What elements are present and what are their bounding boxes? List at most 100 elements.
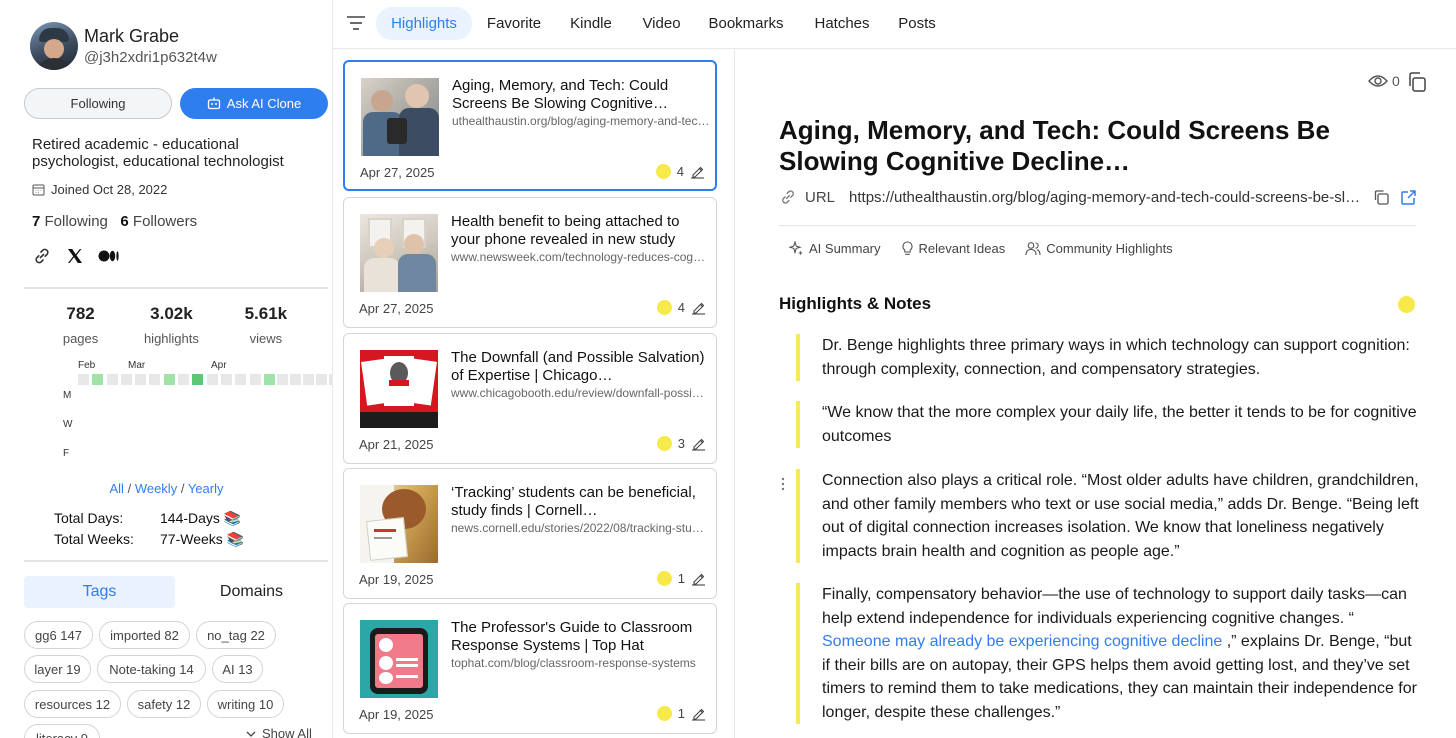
list-item[interactable]: The Downfall (and Possible Salvation) of… xyxy=(343,333,717,464)
joined-date: Joined Oct 28, 2022 xyxy=(32,182,167,197)
calendar-icon xyxy=(32,184,45,196)
highlight-color-dot xyxy=(656,436,672,451)
follow-counts: 7 Following 6 Followers xyxy=(32,213,197,230)
day-label: M xyxy=(63,390,72,401)
highlight-quote[interactable]: Finally, compensatory behavior—the use o… xyxy=(796,583,1422,724)
tab-tags[interactable]: Tags xyxy=(24,576,175,608)
range-yearly-link[interactable]: Yearly xyxy=(188,481,224,496)
highlight-quote[interactable]: Connection also plays a critical role. “… xyxy=(796,469,1422,563)
tab-ai-summary-label: AI Summary xyxy=(809,241,881,256)
heatmap-cell xyxy=(220,374,232,385)
lightbulb-icon xyxy=(902,241,913,255)
external-link-icon[interactable] xyxy=(1400,189,1417,206)
tab-kindle[interactable]: Kindle xyxy=(563,7,619,40)
followers-link[interactable]: Followers xyxy=(133,213,197,230)
tab-hatches[interactable]: Hatches xyxy=(808,7,876,40)
tab-ai-summary[interactable]: AI Summary xyxy=(789,241,881,256)
tab-domains[interactable]: Domains xyxy=(175,576,328,608)
view-count: 0 xyxy=(1368,73,1400,89)
stat-views: 5.61k views xyxy=(245,303,288,349)
chevron-down-icon xyxy=(246,731,256,737)
copy-icon[interactable] xyxy=(1406,71,1428,93)
list-item[interactable]: Health benefit to being attached to your… xyxy=(343,197,717,328)
ask-ai-clone-button[interactable]: Ask AI Clone xyxy=(180,88,328,119)
heatmap-range: All / Weekly / Yearly xyxy=(0,481,332,496)
followers-count: 6 xyxy=(120,213,129,230)
highlight-text: Finally, compensatory behavior—the use o… xyxy=(822,586,1407,627)
card-date: Apr 27, 2025 xyxy=(359,301,434,316)
tab-favorite[interactable]: Favorite xyxy=(480,7,548,40)
heatmap-cell xyxy=(135,374,147,385)
list-item[interactable]: The Professor's Guide to Classroom Respo… xyxy=(343,603,717,734)
following-button[interactable]: Following xyxy=(24,88,172,119)
medium-icon[interactable] xyxy=(98,249,120,263)
highlight-color-dot xyxy=(656,300,672,315)
heatmap-cell xyxy=(149,374,161,385)
card-date: Apr 19, 2025 xyxy=(359,707,434,722)
month-label: Mar xyxy=(128,360,146,371)
tag-chip[interactable]: Note-taking 14 xyxy=(97,655,206,683)
tag-chip[interactable]: writing 10 xyxy=(207,690,284,718)
highlighter-icon xyxy=(692,302,705,315)
filter-icon[interactable] xyxy=(345,14,367,32)
stat-label: pages xyxy=(62,331,99,346)
card-date: Apr 27, 2025 xyxy=(360,165,435,180)
tag-chip[interactable]: gg6 147 xyxy=(24,621,93,649)
tab-relevant-ideas[interactable]: Relevant Ideas xyxy=(901,241,1005,256)
range-separator: / xyxy=(180,481,185,496)
x-twitter-icon[interactable] xyxy=(66,247,84,265)
tag-chip[interactable]: safety 12 xyxy=(127,690,201,718)
highlight-count: 3 xyxy=(677,436,685,451)
article-thumbnail xyxy=(361,78,439,156)
tab-community-highlights[interactable]: Community Highlights xyxy=(1025,241,1173,256)
profile-bio: Retired academic - educational psycholog… xyxy=(32,136,284,170)
copy-url-icon[interactable] xyxy=(1373,189,1390,206)
month-label: Feb xyxy=(78,360,96,371)
tag-chip[interactable]: AI 13 xyxy=(212,655,263,683)
card-date: Apr 19, 2025 xyxy=(359,572,434,587)
heatmap-cell xyxy=(289,374,301,385)
article-thumbnail xyxy=(360,350,438,428)
highlights-notes-heading: Highlights & Notes xyxy=(779,294,932,313)
tab-highlights[interactable]: Highlights xyxy=(376,7,472,40)
tag-chip[interactable]: no_tag 22 xyxy=(196,621,276,649)
stat-label: highlights xyxy=(143,331,199,346)
heatmap-cell xyxy=(120,374,132,385)
people-icon xyxy=(1025,242,1041,256)
tag-chip[interactable]: resources 12 xyxy=(24,690,121,718)
list-item[interactable]: ‘Tracking’ students can be beneficial, s… xyxy=(343,468,717,599)
tab-bookmarks[interactable]: Bookmarks xyxy=(703,7,789,40)
range-all-link[interactable]: All xyxy=(109,481,123,496)
card-meta: 4 xyxy=(656,300,706,315)
profile-sidebar: Mark Grabe @j3h2xdri1p632t4w Following A… xyxy=(0,0,333,738)
highlight-link[interactable]: Someone may already be experiencing cogn… xyxy=(822,633,1222,650)
tab-video[interactable]: Video xyxy=(634,7,689,40)
following-link[interactable]: Following xyxy=(45,213,108,230)
highlight-color-dot xyxy=(656,571,672,586)
highlighter-icon xyxy=(691,166,704,179)
card-title: Health benefit to being attached to your… xyxy=(451,213,680,248)
highlight-color-dot[interactable] xyxy=(1398,296,1415,313)
heatmap-grid xyxy=(78,374,332,386)
divider xyxy=(779,225,1416,226)
tag-chip[interactable]: layer 19 xyxy=(24,655,91,683)
article-title: Aging, Memory, and Tech: Could Screens B… xyxy=(779,115,1330,176)
avatar[interactable] xyxy=(30,22,78,70)
highlight-quote[interactable]: Dr. Benge highlights three primary ways … xyxy=(796,334,1422,381)
link-icon xyxy=(782,190,794,204)
tags-domains-tabs: Tags Domains xyxy=(24,576,328,608)
tag-chip[interactable]: literacy 9 xyxy=(24,724,100,738)
stat-value: 3.02k xyxy=(150,304,193,323)
show-all-button[interactable]: Show All xyxy=(246,726,312,738)
list-item[interactable]: Aging, Memory, and Tech: Could Screens B… xyxy=(343,60,717,191)
highlight-quote[interactable]: “We know that the more complex your dail… xyxy=(796,401,1422,448)
more-options-icon[interactable] xyxy=(780,475,786,493)
card-meta: 1 xyxy=(656,571,706,586)
stat-highlights: 3.02k highlights xyxy=(144,303,199,349)
ask-ai-clone-label: Ask AI Clone xyxy=(226,96,302,111)
link-icon[interactable] xyxy=(32,246,52,266)
tab-posts[interactable]: Posts xyxy=(893,7,941,40)
tag-chip[interactable]: imported 82 xyxy=(99,621,190,649)
article-url[interactable]: https://uthealthaustin.org/blog/aging-me… xyxy=(849,189,1361,206)
range-weekly-link[interactable]: Weekly xyxy=(135,481,177,496)
